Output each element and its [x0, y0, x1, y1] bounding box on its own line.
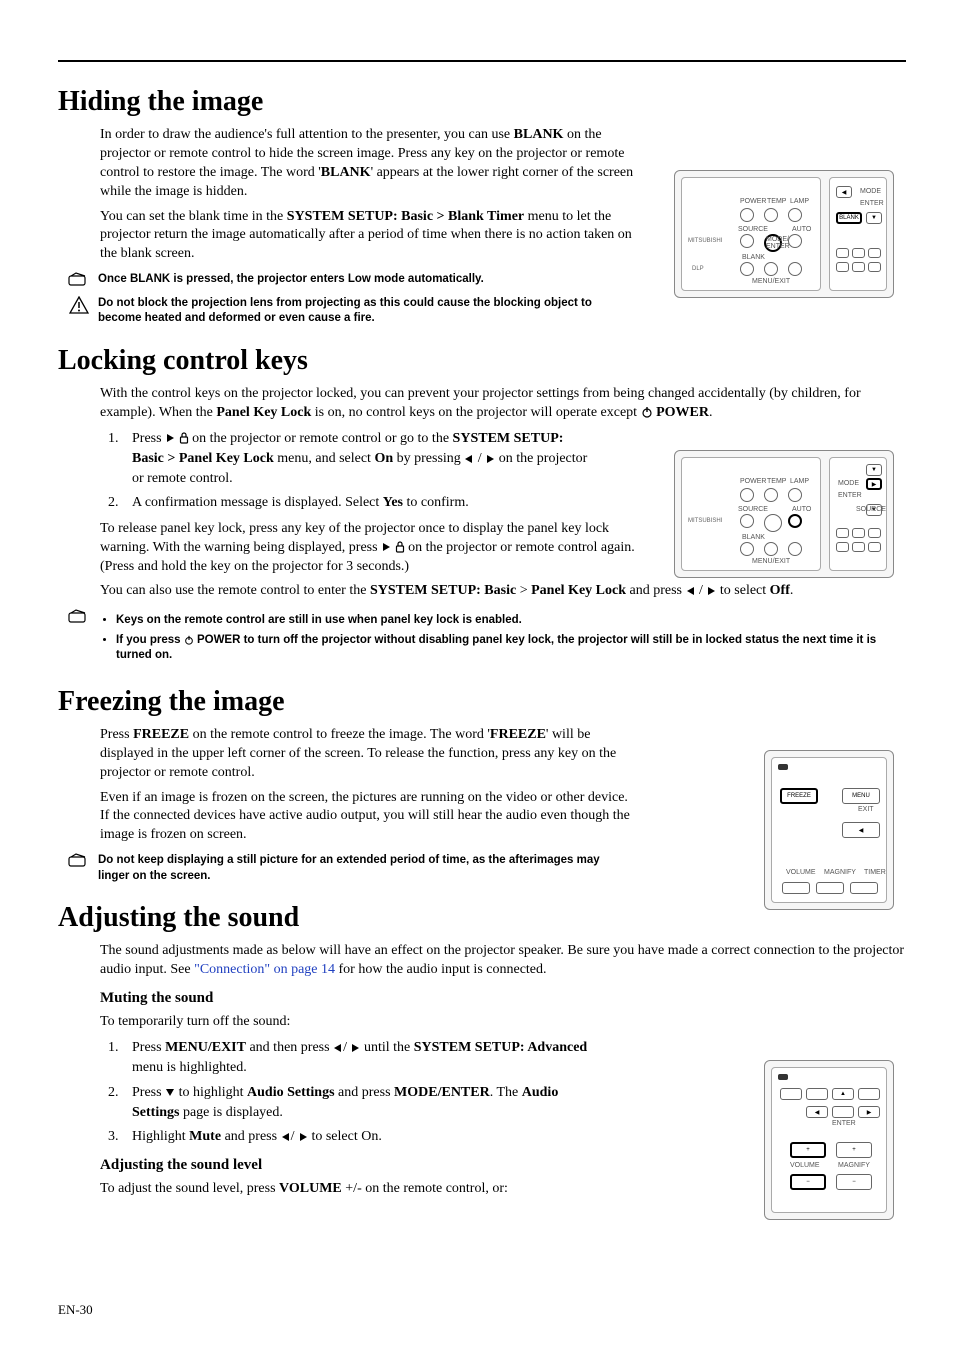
heading-hiding: Hiding the image: [58, 86, 906, 118]
diagram-remote-freeze: FREEZE MENU EXIT ◀ VOLUME MAGNIFY TIMER: [764, 750, 894, 910]
locking-step1: Press on the projector or remote control…: [122, 429, 598, 490]
sound-para1: The sound adjustments made as below will…: [100, 942, 906, 980]
hiding-warning: Do not block the projection lens from pr…: [68, 296, 906, 327]
diagram-remote-volume: ▲ ◀ ▶ ENTER + + VOLUME MAGNIFY − −: [764, 1060, 894, 1220]
note-icon: [68, 609, 90, 623]
freezing-para2: Even if an image is frozen on the screen…: [100, 789, 640, 846]
warning-icon: [68, 296, 90, 314]
hiding-para2: You can set the blank time in the SYSTEM…: [100, 208, 640, 265]
triangle-down-icon: [165, 1087, 175, 1097]
triangle-left-icon: [464, 454, 474, 464]
diagram-projector-blank: POWER TEMP LAMP SOURCE AUTO MODE/ ENTER …: [674, 170, 894, 298]
heading-locking: Locking control keys: [58, 345, 906, 377]
triangle-right-icon: [350, 1043, 360, 1053]
locking-steps: Press on the projector or remote control…: [58, 429, 598, 514]
triangle-left-icon: [333, 1043, 343, 1053]
locking-para4: You can also use the remote control to e…: [100, 582, 906, 601]
page-footer: EN-30: [58, 1302, 93, 1318]
freezing-para1: Press FREEZE on the remote control to fr…: [100, 726, 640, 783]
triangle-left-icon: [686, 586, 696, 596]
heading-freezing: Freezing the image: [58, 686, 906, 718]
hiding-para1: In order to draw the audience's full att…: [100, 126, 640, 202]
triangle-right-icon: [165, 433, 175, 443]
locking-para1: With the control keys on the projector l…: [100, 385, 906, 423]
lock-icon: [395, 541, 405, 553]
muting-step2: Press to highlight Audio Settings and pr…: [122, 1083, 598, 1124]
triangle-right-icon: [381, 542, 391, 552]
note-icon: [68, 853, 90, 867]
triangle-left-icon: [281, 1132, 291, 1142]
muting-intro: To temporarily turn off the sound:: [100, 1013, 906, 1032]
lock-icon: [179, 432, 189, 444]
triangle-right-icon: [485, 454, 495, 464]
power-icon: [184, 635, 194, 645]
top-rule: [58, 60, 906, 62]
locking-step2: A confirmation message is displayed. Sel…: [122, 493, 598, 513]
locking-notes: Keys on the remote control are still in …: [68, 609, 906, 668]
muting-heading: Muting the sound: [100, 990, 906, 1007]
locking-para3: To release panel key lock, press any key…: [100, 520, 640, 577]
muting-steps: Press MENU/EXIT and then press / until t…: [58, 1038, 598, 1147]
connection-link[interactable]: "Connection" on page 14: [194, 962, 335, 977]
locking-bullet2: If you press POWER to turn off the proje…: [116, 633, 906, 664]
note-icon: [68, 272, 90, 286]
muting-step3: Highlight Mute and press / to select On.: [122, 1127, 598, 1147]
power-icon: [641, 406, 653, 418]
muting-step1: Press MENU/EXIT and then press / until t…: [122, 1038, 598, 1079]
triangle-right-icon: [298, 1132, 308, 1142]
diagram-projector-lock: POWER TEMP LAMP SOURCE AUTO BLANK MENU/E…: [674, 450, 894, 578]
triangle-right-icon: [706, 586, 716, 596]
locking-bullet1: Keys on the remote control are still in …: [116, 613, 906, 629]
